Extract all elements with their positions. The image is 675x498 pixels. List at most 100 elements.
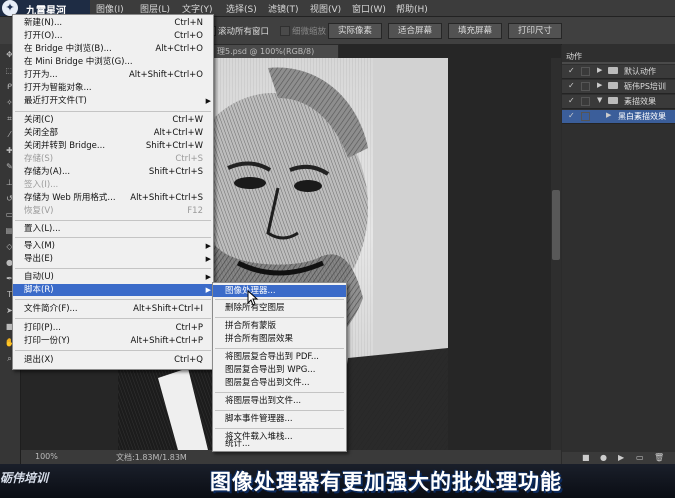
menu-item-new[interactable]: 新建(N)... Ctrl+N — [13, 17, 213, 29]
document-tab[interactable]: 理5.psd @ 100%(RGB/8) — [212, 44, 339, 59]
menu-item-browse-bridge[interactable]: 在 Bridge 中浏览(B)... Alt+Ctrl+O — [13, 43, 213, 55]
zoom-level[interactable]: 100% — [35, 452, 58, 461]
menu-item-import[interactable]: 导入(M) ▶ — [13, 240, 213, 252]
menu-window[interactable]: 窗口(W) — [352, 2, 386, 15]
menu-item-layers-to-files[interactable]: 将图层导出到文件... — [213, 395, 346, 407]
menu-separator — [15, 220, 211, 221]
action-row-selected[interactable]: ✓ ▶ 黑白素描效果 — [562, 110, 675, 124]
action-row[interactable]: ✓ ▼ 素描效果 — [562, 95, 675, 109]
menu-item-flatten-effects[interactable]: 拼合所有图层效果 — [213, 333, 346, 345]
menu-item-exit[interactable]: 退出(X) Ctrl+Q — [13, 354, 213, 366]
new-set-icon[interactable]: ▭ — [636, 453, 644, 462]
menu-help[interactable]: 帮助(H) — [396, 2, 428, 15]
menu-item-save-as[interactable]: 存储为(A)... Shift+Ctrl+S — [13, 166, 213, 178]
menu-view[interactable]: 视图(V) — [310, 2, 341, 15]
play-icon[interactable]: ▶ — [618, 453, 624, 462]
brand-watermark: 砺伟培训 — [0, 471, 49, 485]
dialog-toggle[interactable] — [581, 97, 590, 106]
menu-item-label: 将图层导出到文件... — [225, 396, 302, 406]
scroll-all-label: 滚动所有窗口 — [218, 27, 270, 37]
dialog-toggle[interactable] — [581, 67, 590, 76]
menu-item-script-events[interactable]: 脚本事件管理器... — [213, 413, 346, 425]
menu-item-close-all[interactable]: 关闭全部 Alt+Ctrl+W — [13, 127, 213, 139]
menu-item-open-smart-object[interactable]: 打开为智能对象... — [13, 82, 213, 94]
menu-item-comps-to-pdf[interactable]: 将图层复合导出到 PDF... — [213, 351, 346, 363]
menu-item-comps-to-wpg[interactable]: 图层复合导出到 WPG... — [213, 364, 346, 376]
menu-item-place[interactable]: 置入(L)... — [13, 223, 213, 235]
menu-separator — [215, 392, 344, 393]
menu-filter[interactable]: 滤镜(T) — [268, 2, 299, 15]
action-label: 砺伟PS培训 — [624, 82, 666, 91]
scrollbar-thumb[interactable] — [552, 190, 560, 260]
scrubby-zoom-checkbox[interactable] — [280, 26, 290, 36]
menu-item-close[interactable]: 关闭(C) Ctrl+W — [13, 114, 213, 126]
menu-item-revert[interactable]: 恢复(V) F12 — [13, 205, 213, 217]
record-icon[interactable]: ● — [600, 453, 607, 462]
shortcut: Ctrl+S — [175, 154, 203, 164]
print-size-button[interactable]: 打印尺寸 — [508, 23, 562, 39]
dialog-toggle[interactable] — [581, 112, 590, 121]
shortcut: Alt+Shift+Ctrl+I — [133, 304, 203, 314]
menu-item-label: 存储(S) — [24, 154, 54, 164]
menu-item-automate[interactable]: 自动(U) ▶ — [13, 271, 213, 283]
menu-item-close-goto-bridge[interactable]: 关闭并转到 Bridge... Shift+Ctrl+W — [13, 140, 213, 152]
menu-item-save[interactable]: 存储(S) Ctrl+S — [13, 153, 213, 165]
check-icon[interactable]: ✓ — [568, 66, 575, 75]
action-row[interactable]: ✓ ▶ 砺伟PS培训 — [562, 80, 675, 94]
menu-item-label: 拼合所有图层效果 — [225, 334, 294, 344]
menu-select[interactable]: 选择(S) — [226, 2, 257, 15]
submenu-arrow-icon: ▶ — [205, 255, 211, 263]
submenu-arrow-icon: ▶ — [205, 273, 211, 281]
fit-screen-button[interactable]: 适合屏幕 — [388, 23, 442, 39]
action-row[interactable]: ✓ ▶ 默认动作 — [562, 65, 675, 79]
menu-item-browse-mini-bridge[interactable]: 在 Mini Bridge 中浏览(G)... — [13, 56, 213, 68]
shortcut: Shift+Ctrl+S — [148, 167, 203, 177]
check-icon[interactable]: ✓ — [568, 111, 575, 120]
shortcut: Ctrl+O — [174, 31, 203, 41]
menu-item-label: 打开为... — [24, 70, 58, 80]
menu-item-file-info[interactable]: 文件简介(F)... Alt+Shift+Ctrl+I — [13, 303, 213, 315]
menu-item-save-for-web[interactable]: 存储为 Web 所用格式... Alt+Shift+Ctrl+S — [13, 192, 213, 204]
submenu-arrow-icon: ▶ — [205, 286, 211, 294]
menu-item-label: 将图层复合导出到 PDF... — [225, 352, 320, 362]
menu-item-label: 打开(O)... — [24, 31, 63, 41]
dialog-toggle[interactable] — [581, 82, 590, 91]
expand-arrow-icon[interactable]: ▶ — [597, 66, 602, 74]
menu-item-flatten-masks[interactable]: 拼合所有蒙版 — [213, 320, 346, 332]
menu-item-label: 最近打开文件(T) — [24, 96, 87, 106]
check-icon[interactable]: ✓ — [568, 81, 575, 90]
menu-item-print[interactable]: 打印(P)... Ctrl+P — [13, 322, 213, 334]
expand-arrow-icon[interactable]: ▶ — [597, 81, 602, 89]
menu-item-label: 打开为智能对象... — [24, 83, 92, 93]
menu-item-print-one[interactable]: 打印一份(Y) Alt+Shift+Ctrl+P — [13, 335, 213, 347]
menu-item-check-in[interactable]: 签入(I)... — [13, 179, 213, 191]
trash-icon[interactable]: 🗑 — [654, 453, 664, 462]
check-icon[interactable]: ✓ — [568, 96, 575, 105]
actions-panel-title[interactable]: 动作 — [566, 51, 582, 62]
menu-item-statistics[interactable]: 统计... — [213, 439, 346, 449]
folder-icon — [608, 82, 618, 89]
shortcut: Ctrl+W — [172, 115, 203, 125]
menu-item-label: 拼合所有蒙版 — [225, 321, 277, 331]
menu-separator — [215, 317, 344, 318]
fill-screen-button[interactable]: 填充屏幕 — [448, 23, 502, 39]
folder-icon — [608, 97, 618, 104]
menu-item-comps-to-files[interactable]: 图层复合导出到文件... — [213, 377, 346, 389]
collapse-arrow-icon[interactable]: ▼ — [597, 96, 602, 104]
menu-item-export[interactable]: 导出(E) ▶ — [13, 253, 213, 265]
menu-item-label: 新建(N)... — [24, 18, 63, 28]
menu-item-open-as[interactable]: 打开为... Alt+Shift+Ctrl+O — [13, 69, 213, 81]
menu-item-open[interactable]: 打开(O)... Ctrl+O — [13, 30, 213, 42]
stop-icon[interactable]: ■ — [582, 453, 590, 462]
menu-item-image-processor[interactable]: 图像处理器... — [213, 285, 346, 297]
menu-item-delete-empty-layers[interactable]: 删除所有空图层 — [213, 302, 346, 314]
actions-panel-footer: ■ ● ▶ ▭ 🗑 — [562, 452, 675, 464]
menu-separator — [215, 348, 344, 349]
menu-item-recent[interactable]: 最近打开文件(T) ▶ — [13, 95, 213, 107]
menu-item-label: 置入(L)... — [24, 224, 61, 234]
menu-item-label: 脚本事件管理器... — [225, 414, 293, 424]
menu-item-scripts[interactable]: 脚本(R) ▶ — [13, 284, 213, 296]
actual-pixels-button[interactable]: 实际像素 — [328, 23, 382, 39]
menu-item-label: 在 Bridge 中浏览(B)... — [24, 44, 112, 54]
expand-arrow-icon[interactable]: ▶ — [606, 111, 611, 119]
